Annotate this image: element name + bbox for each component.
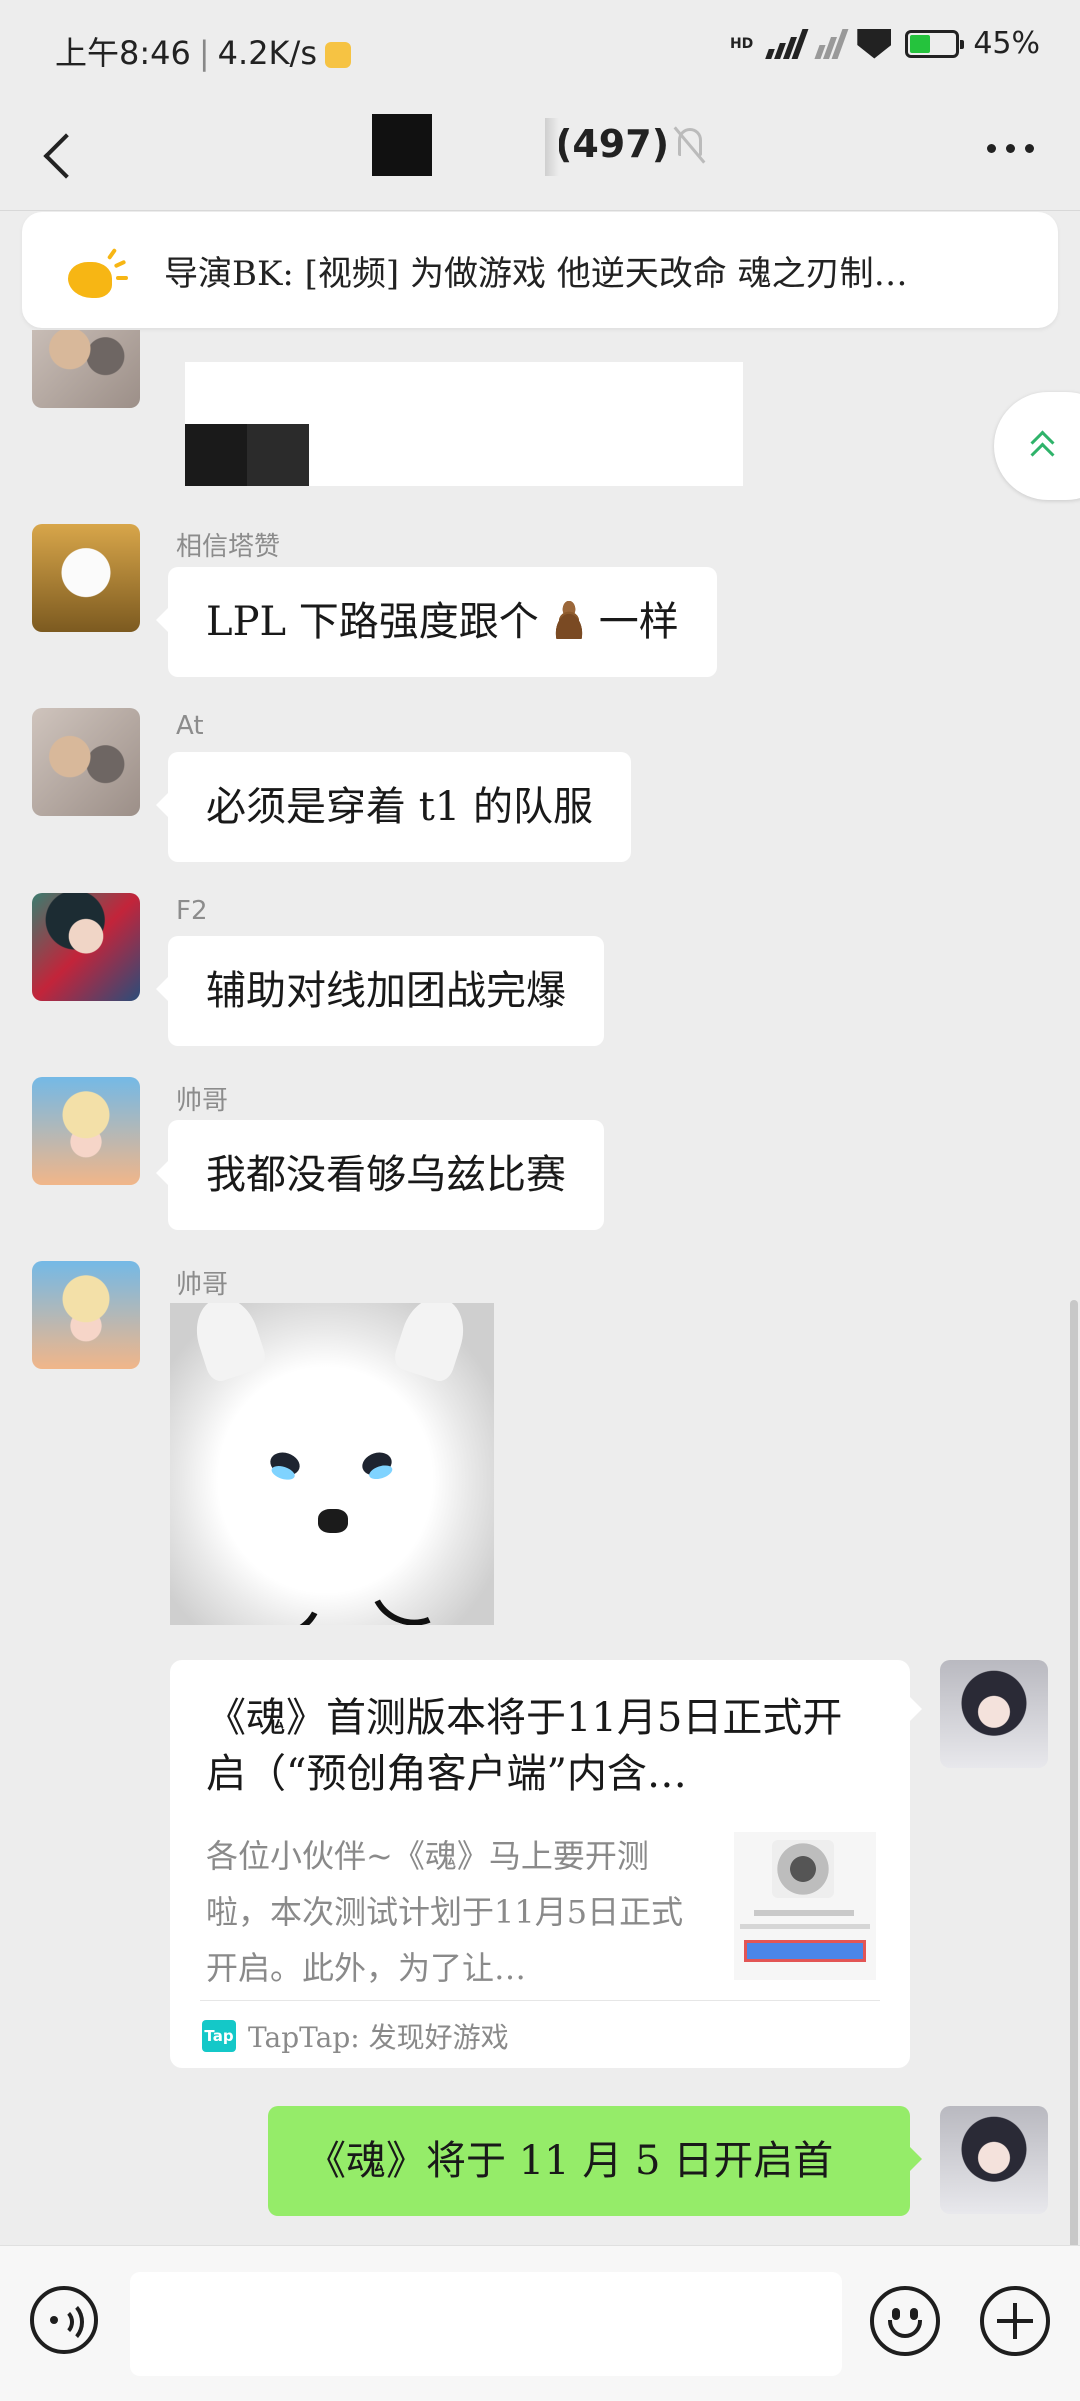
shield-icon	[857, 28, 892, 59]
link-source: TapTap: 发现好游戏	[248, 2021, 509, 2054]
message-bubble[interactable]: 我都没看够乌兹比赛	[156, 1120, 604, 1230]
hd-indicator: HD	[729, 35, 754, 52]
message-bubble[interactable]: LPL 下路强度跟个 一样	[156, 567, 717, 677]
poop-emoji	[546, 601, 591, 639]
link-description: 各位小伙伴~《魂》马上要开测啦，本次测试计划于11月5日正式开启。此外，为了让…	[206, 1837, 684, 1987]
avatar[interactable]	[32, 1077, 140, 1185]
notice-text: 导演BK: [视频] 为做游戏 他逆天改命 魂之刃制…	[164, 254, 908, 294]
member-count: (497)	[544, 118, 670, 176]
app-notification-icon	[324, 42, 351, 68]
sender-name: 相信塔赞	[176, 532, 281, 562]
avatar[interactable]	[32, 708, 140, 816]
my-message-bubble[interactable]: 《魂》将于 11 月 5 日开启首测	[268, 2106, 922, 2216]
link-title: 《魂》首测版本将于11月5日正式开启（“预创角客户端”内含…	[206, 1695, 843, 1797]
status-time: 上午8:46	[55, 34, 191, 72]
shared-link-card[interactable]: 《魂》首测版本将于11月5日正式开启（“预创角客户端”内含… 各位小伙伴~《魂》…	[170, 1660, 922, 2068]
redacted-message	[185, 362, 743, 486]
sender-name: F2	[176, 896, 208, 926]
sender-name: 帅哥	[176, 1270, 229, 1300]
redacted-group-name	[372, 114, 432, 176]
message-bubble[interactable]: 辅助对线加团战完爆	[156, 936, 604, 1046]
horn-icon	[62, 246, 128, 302]
plus-icon[interactable]	[980, 2286, 1050, 2356]
avatar[interactable]	[32, 524, 140, 632]
more-button[interactable]	[977, 134, 1044, 163]
avatar[interactable]	[32, 330, 140, 408]
scrollbar[interactable]	[1070, 1300, 1078, 2245]
emoji-icon[interactable]	[870, 2286, 940, 2356]
my-avatar[interactable]	[940, 2106, 1048, 2214]
input-bar	[0, 2245, 1080, 2401]
sender-name: 帅哥	[176, 1086, 229, 1116]
bell-off-icon	[673, 126, 708, 166]
chat-area[interactable]: 相信塔赞 LPL 下路强度跟个 一样 At 必须是穿着 t1 的队服 F2 辅助对…	[0, 330, 1080, 2245]
voice-icon[interactable]	[30, 2286, 98, 2354]
network-speed: 4.2K/s	[217, 34, 317, 72]
more-icon	[987, 144, 996, 153]
sender-name: At	[176, 711, 204, 741]
signal-off-icon	[814, 28, 849, 59]
avatar[interactable]	[32, 1261, 140, 1369]
sticker-image[interactable]	[170, 1303, 494, 1625]
battery-percent: 45%	[973, 26, 1040, 61]
taptap-icon: Tap	[202, 2020, 236, 2052]
back-button[interactable]	[38, 130, 82, 180]
avatar[interactable]	[32, 893, 140, 1001]
message-input[interactable]	[130, 2272, 842, 2376]
chat-header: (497)	[0, 100, 1080, 211]
my-avatar[interactable]	[940, 1660, 1048, 1768]
scroll-to-unread-button[interactable]	[994, 392, 1080, 500]
signal-icon	[765, 28, 809, 59]
status-bar: 上午8:46 | 4.2K/s HD 45%	[0, 0, 1080, 100]
group-notice-banner[interactable]: 导演BK: [视频] 为做游戏 他逆天改命 魂之刃制…	[22, 212, 1058, 328]
battery-icon	[905, 29, 965, 58]
link-thumbnail	[734, 1832, 876, 1980]
message-bubble[interactable]: 必须是穿着 t1 的队服	[156, 752, 631, 862]
